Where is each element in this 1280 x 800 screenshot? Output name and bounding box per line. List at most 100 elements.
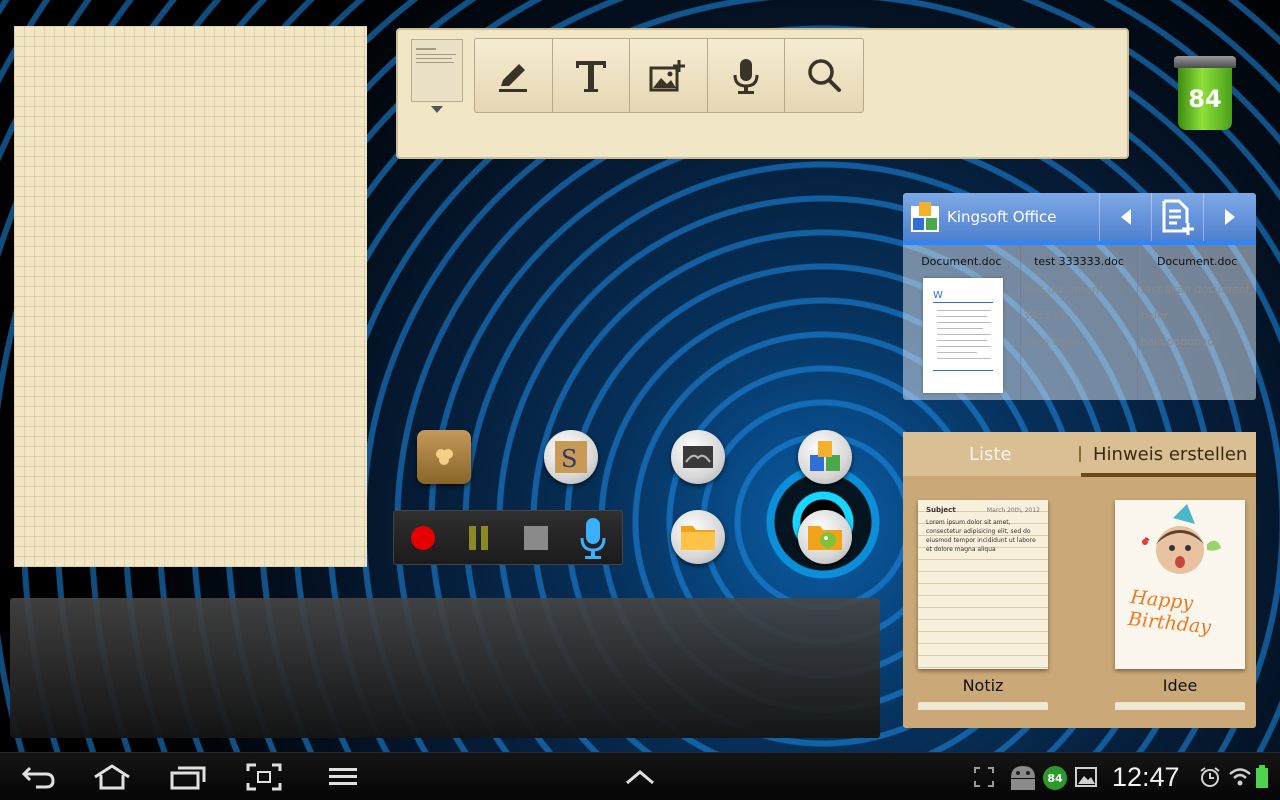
text-tool-button[interactable] <box>553 39 631 112</box>
back-icon <box>21 766 55 789</box>
svg-text:S: S <box>561 445 577 473</box>
android-status <box>1003 762 1043 792</box>
kingsoft-office-widget: Kingsoft Office Document.doc W test 3333… <box>903 193 1256 400</box>
next-card-peek <box>918 702 1048 710</box>
microphone-icon <box>580 518 606 559</box>
preview-line: halloooooooo <box>1140 335 1215 348</box>
image-tool-button[interactable] <box>630 39 708 112</box>
screenshot-icon <box>246 763 282 791</box>
home-button[interactable] <box>92 762 132 792</box>
kingsoft-document-list: Document.doc W test 333333.doc Test docu… <box>903 245 1256 400</box>
note-paper-widget[interactable] <box>14 26 367 567</box>
menu-button[interactable] <box>323 762 363 792</box>
kingsoft-next-button[interactable] <box>1203 193 1255 241</box>
kingsoft-document-item[interactable]: Document.doc test likan document hallo h… <box>1138 245 1256 400</box>
arrow-left-icon <box>1120 209 1131 225</box>
android-robot-icon <box>1011 766 1035 790</box>
expand-icon <box>974 767 994 787</box>
note-thumbnail[interactable] <box>411 39 463 102</box>
menu-icon <box>329 768 357 785</box>
preview-line: Test document 333333 <box>1022 283 1104 322</box>
status-clock: 12:47 <box>1112 762 1180 792</box>
snote-app-icon[interactable]: S <box>544 430 598 484</box>
gallery-notification <box>1072 762 1100 792</box>
trash-lid-icon <box>1174 56 1236 68</box>
screen-expand-status <box>966 762 1002 792</box>
memo-widget: Liste Hinweis erstellen Subject March 20… <box>903 432 1256 728</box>
preview-line: hallo <box>1140 309 1167 322</box>
system-bar: 84 12:47 <box>0 752 1280 800</box>
recent-apps-button[interactable] <box>168 762 208 792</box>
snote-tool-group <box>474 38 864 113</box>
search-tool-button[interactable] <box>785 39 863 112</box>
kingsoft-office-app-icon[interactable] <box>798 430 852 484</box>
chevron-up-icon <box>626 770 654 785</box>
record-icon <box>411 526 435 550</box>
kingsoft-new-document-button[interactable] <box>1151 193 1203 241</box>
voice-tool-button[interactable] <box>708 39 786 112</box>
preview-line: test likan document <box>1140 283 1250 296</box>
alarm-icon <box>1200 767 1220 787</box>
ebook-app-icon[interactable] <box>671 430 725 484</box>
wifi-icon <box>1229 768 1251 786</box>
voice-recorder-widget <box>393 510 623 565</box>
memo-card-idee[interactable]: Happy Birthday <box>1115 500 1245 669</box>
card-date: March 20th, 2012 <box>986 507 1040 514</box>
recent-apps-icon <box>170 766 206 790</box>
active-tab-indicator <box>1081 473 1256 477</box>
record-button[interactable] <box>408 523 438 553</box>
kingsoft-prev-button[interactable] <box>1099 193 1151 241</box>
kingsoft-title: Kingsoft Office <box>947 208 1057 226</box>
document-preview-icon: W <box>923 278 1003 393</box>
stop-icon <box>524 526 548 550</box>
pen-icon <box>499 63 528 92</box>
notebook-app-icon[interactable] <box>417 430 471 484</box>
thumbnail-dropdown-icon[interactable] <box>431 106 443 113</box>
tab-list[interactable]: Liste <box>969 444 1012 465</box>
document-preview-text: test likan document hallo halloooooooo <box>1138 277 1256 355</box>
card-label: Idee <box>1162 676 1198 695</box>
document-preview-text: Test document 333333 hallo hallo <box>1021 277 1138 355</box>
arrow-right-icon <box>1224 209 1235 225</box>
preview-line: hallo hallo <box>1022 335 1080 348</box>
stop-button[interactable] <box>521 523 551 553</box>
pause-button[interactable] <box>464 523 494 553</box>
birthday-illustration-icon <box>1142 504 1221 574</box>
battery-level: 84 <box>1178 68 1232 130</box>
mic-icon <box>733 58 759 94</box>
back-button[interactable] <box>18 762 58 792</box>
next-card-peek <box>1115 702 1245 710</box>
new-document-icon <box>1162 199 1194 235</box>
battery-widget[interactable]: 84 <box>1172 56 1238 132</box>
alarm-status <box>1196 762 1224 792</box>
my-files-app-icon[interactable] <box>671 510 725 564</box>
card-label: Notiz <box>962 676 1004 695</box>
document-name: Document.doc <box>1157 255 1238 268</box>
home-icon <box>94 764 130 790</box>
battery-status <box>1252 762 1272 792</box>
card-text: Lorem ipsum dolor sit amet, consectetur … <box>926 519 1036 553</box>
document-name: Document.doc <box>921 255 1002 268</box>
voice-recorder-app-button[interactable] <box>578 516 608 560</box>
snote-toolbar-widget <box>396 28 1129 159</box>
wifi-status <box>1226 762 1254 792</box>
tab-divider <box>1079 446 1081 462</box>
mini-apps-tray-button[interactable] <box>620 762 660 792</box>
kingsoft-document-item[interactable]: test 333333.doc Test document 333333 hal… <box>1021 245 1139 400</box>
tab-create-note[interactable]: Hinweis erstellen <box>1093 444 1247 465</box>
dock-strip <box>10 598 880 738</box>
document-name: test 333333.doc <box>1034 255 1124 268</box>
screenshot-button[interactable] <box>244 762 284 792</box>
battery-icon <box>1256 765 1268 788</box>
memo-card-notiz[interactable]: Subject March 20th, 2012 Lorem ipsum dol… <box>918 500 1048 669</box>
svg-text:W: W <box>933 290 943 301</box>
text-icon <box>575 60 606 92</box>
gallery-folder-app-icon[interactable] <box>798 510 852 564</box>
kingsoft-logo-icon[interactable] <box>911 202 939 232</box>
pen-tool-button[interactable] <box>475 39 553 112</box>
pause-icon <box>469 526 488 550</box>
kingsoft-document-item[interactable]: Document.doc W <box>903 245 1021 400</box>
memo-tabs: Liste Hinweis erstellen <box>903 432 1256 477</box>
image-icon <box>649 59 686 91</box>
image-icon <box>1075 767 1097 787</box>
